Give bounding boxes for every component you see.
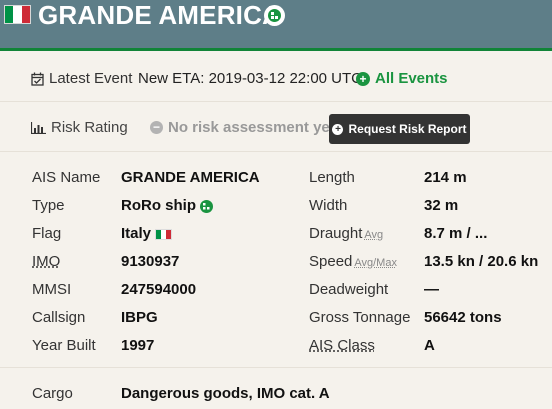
risk-status-text: No risk assessment yet bbox=[168, 119, 335, 136]
risk-rating-label: Risk Rating bbox=[51, 119, 128, 136]
all-events-link[interactable]: + All Events bbox=[356, 70, 448, 87]
ais-name-value: GRANDE AMERICA bbox=[121, 169, 260, 186]
width-label: Width bbox=[309, 197, 348, 214]
risk-status: − No risk assessment yet bbox=[150, 119, 335, 136]
year-built-label: Year Built bbox=[32, 337, 96, 354]
type-value: RoRo ship bbox=[121, 197, 213, 214]
draught-value: 8.7 m / ... bbox=[424, 225, 488, 242]
plus-circle-icon: + bbox=[356, 71, 370, 86]
request-risk-report-label: Request Risk Report bbox=[348, 122, 467, 136]
year-built-value: 1997 bbox=[121, 337, 155, 354]
speed-value: 13.5 kn / 20.6 kn bbox=[424, 253, 539, 270]
callsign-label: Callsign bbox=[32, 309, 86, 326]
gross-tonnage-label: Gross Tonnage bbox=[309, 309, 411, 326]
ais-class-value: A bbox=[424, 337, 435, 354]
length-value: 214 m bbox=[424, 169, 467, 186]
plus-circle-icon: + bbox=[332, 123, 344, 135]
flag-value-text: Italy bbox=[121, 225, 152, 242]
deadweight-label: Deadweight bbox=[309, 281, 389, 298]
vessel-header: GRANDE AMERICA bbox=[0, 0, 552, 48]
gross-tonnage-value: 56642 tons bbox=[424, 309, 502, 326]
draught-label-text: Draught bbox=[309, 225, 363, 242]
flag-value: Italy bbox=[121, 225, 173, 242]
mmsi-label: MMSI bbox=[32, 281, 72, 298]
cargo-label: Cargo bbox=[32, 385, 73, 402]
minus-circle-icon: − bbox=[150, 121, 163, 134]
type-label: Type bbox=[32, 197, 65, 214]
italy-flag-icon bbox=[155, 229, 173, 240]
ais-class-label: AIS Class bbox=[309, 337, 375, 354]
request-risk-report-button[interactable]: + Request Risk Report bbox=[329, 114, 470, 144]
italy-flag-icon bbox=[4, 5, 31, 24]
bar-chart-icon bbox=[30, 121, 46, 139]
latest-event-row: Latest Event New ETA: 2019-03-12 22:00 U… bbox=[0, 51, 552, 101]
roro-ship-icon bbox=[264, 5, 285, 26]
deadweight-value: — bbox=[424, 281, 439, 298]
imo-value: 9130937 bbox=[121, 253, 180, 270]
risk-rating-row: Risk Rating − No risk assessment yet + R… bbox=[0, 101, 552, 151]
speed-avgmax-sub: Avg/Max bbox=[354, 257, 397, 269]
draught-avg-sub: Avg bbox=[364, 229, 384, 241]
roro-ship-icon bbox=[200, 200, 213, 213]
cargo-row: Cargo Dangerous goods, IMO cat. A bbox=[0, 367, 552, 409]
mmsi-value: 247594000 bbox=[121, 281, 197, 298]
ais-name-label: AIS Name bbox=[32, 169, 101, 186]
latest-event-value: New ETA: 2019-03-12 22:00 UTC bbox=[138, 70, 362, 87]
all-events-label: All Events bbox=[375, 70, 448, 87]
width-value: 32 m bbox=[424, 197, 459, 214]
callsign-value: IBPG bbox=[121, 309, 158, 326]
vessel-details: AIS Name GRANDE AMERICA Type RoRo ship F… bbox=[0, 151, 552, 367]
imo-label: IMO bbox=[32, 253, 61, 270]
speed-label-text: Speed bbox=[309, 253, 353, 270]
length-label: Length bbox=[309, 169, 355, 186]
flag-label: Flag bbox=[32, 225, 62, 242]
draught-label: Draught Avg bbox=[309, 225, 383, 242]
calendar-check-icon bbox=[31, 72, 44, 91]
cargo-value: Dangerous goods, IMO cat. A bbox=[121, 385, 330, 402]
type-value-text: RoRo ship bbox=[121, 197, 196, 214]
latest-event-label: Latest Event bbox=[49, 70, 133, 87]
vessel-title: GRANDE AMERICA bbox=[38, 0, 282, 30]
speed-label: Speed Avg/Max bbox=[309, 253, 397, 270]
